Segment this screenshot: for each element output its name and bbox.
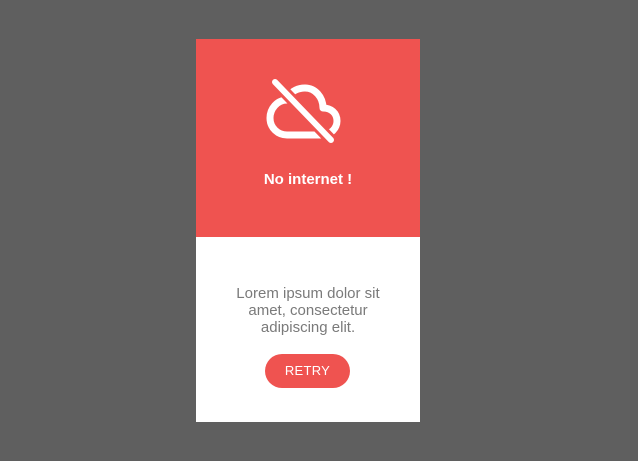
error-title: No internet ! bbox=[263, 171, 353, 188]
retry-button[interactable]: RETRY bbox=[265, 354, 350, 388]
card-header: No internet ! bbox=[196, 39, 420, 237]
cloud-off-icon bbox=[266, 76, 341, 144]
page-backdrop: No internet ! Lorem ipsum dolor sit amet… bbox=[0, 0, 638, 461]
no-internet-card: No internet ! Lorem ipsum dolor sit amet… bbox=[196, 39, 420, 422]
card-body: Lorem ipsum dolor sit amet, consectetur … bbox=[196, 237, 420, 422]
error-message: Lorem ipsum dolor sit amet, consectetur … bbox=[236, 285, 380, 336]
